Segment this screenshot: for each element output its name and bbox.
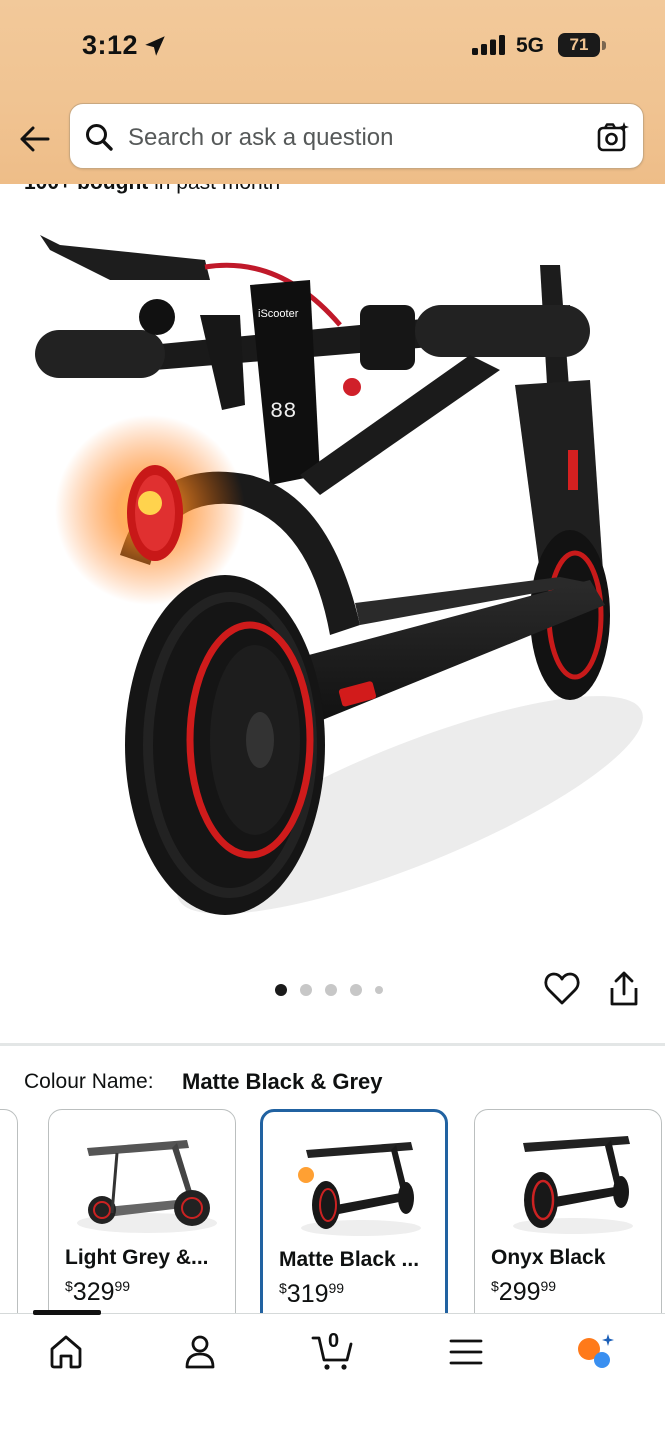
- variant-name: Matte Black ...: [279, 1248, 420, 1271]
- carousel-dot[interactable]: [325, 984, 337, 996]
- colour-variants: Light Grey &... $32999 Matte Black ... $…: [0, 1108, 665, 1318]
- bought-info: 100+ bought in past month: [24, 184, 280, 195]
- variant-price: $31999: [279, 1280, 345, 1308]
- variant-thumbnail: [513, 1136, 633, 1234]
- variant-name: Light Grey &...: [65, 1246, 209, 1269]
- network-type: 5G: [516, 34, 545, 57]
- share-icon[interactable]: [606, 970, 642, 1008]
- variant-thumbnail: [77, 1140, 217, 1233]
- variant-card-matte-black[interactable]: Matte Black ... $31999: [260, 1109, 448, 1318]
- carousel-dot[interactable]: [275, 984, 287, 996]
- search-bar[interactable]: [69, 103, 644, 169]
- carousel-dots[interactable]: [275, 982, 383, 998]
- back-arrow-icon[interactable]: [16, 120, 54, 158]
- camera-search-icon[interactable]: [596, 120, 630, 154]
- status-bar: 3:12 5G 71: [0, 0, 665, 92]
- bottom-nav: 0: [0, 1310, 665, 1440]
- carousel-dot[interactable]: [375, 986, 383, 994]
- cellular-signal-icon: [472, 35, 505, 55]
- image-display-text: 88: [270, 399, 296, 424]
- variant-name: Onyx Black: [491, 1246, 606, 1269]
- active-tab-indicator: [33, 1310, 101, 1315]
- app-header: 3:12 5G 71: [0, 0, 665, 184]
- carousel-dot[interactable]: [300, 984, 312, 996]
- heart-icon[interactable]: [543, 970, 581, 1008]
- variant-price: $32999: [65, 1278, 131, 1306]
- account-icon[interactable]: [180, 1332, 220, 1372]
- home-icon[interactable]: [46, 1332, 86, 1372]
- cart-button[interactable]: 0: [311, 1330, 355, 1372]
- menu-icon[interactable]: [446, 1332, 486, 1372]
- image-brand-text: iScooter: [258, 308, 299, 320]
- variant-card-light-grey[interactable]: Light Grey &... $32999: [48, 1109, 236, 1318]
- status-time: 3:12: [82, 30, 139, 60]
- variant-card-offscreen[interactable]: [0, 1109, 18, 1318]
- colour-value: Matte Black & Grey: [182, 1069, 383, 1094]
- variant-price: $29999: [491, 1278, 557, 1306]
- colour-label: Colour Name:: [24, 1070, 154, 1093]
- battery-level: 71: [569, 35, 589, 54]
- variant-card-onyx-black[interactable]: Onyx Black $29999: [474, 1109, 662, 1318]
- cart-count: 0: [328, 1330, 340, 1352]
- battery-icon: 71: [558, 33, 606, 57]
- search-icon: [86, 124, 113, 151]
- variant-thumbnail: [298, 1142, 421, 1236]
- bought-info-clip: 100+ bought in past month: [0, 184, 665, 204]
- section-divider: [0, 1043, 665, 1046]
- location-arrow-icon: [145, 36, 165, 56]
- carousel-dot[interactable]: [350, 984, 362, 996]
- product-image[interactable]: iScooter 88: [0, 205, 665, 945]
- search-input[interactable]: [128, 122, 568, 154]
- rufus-icon[interactable]: [574, 1332, 614, 1372]
